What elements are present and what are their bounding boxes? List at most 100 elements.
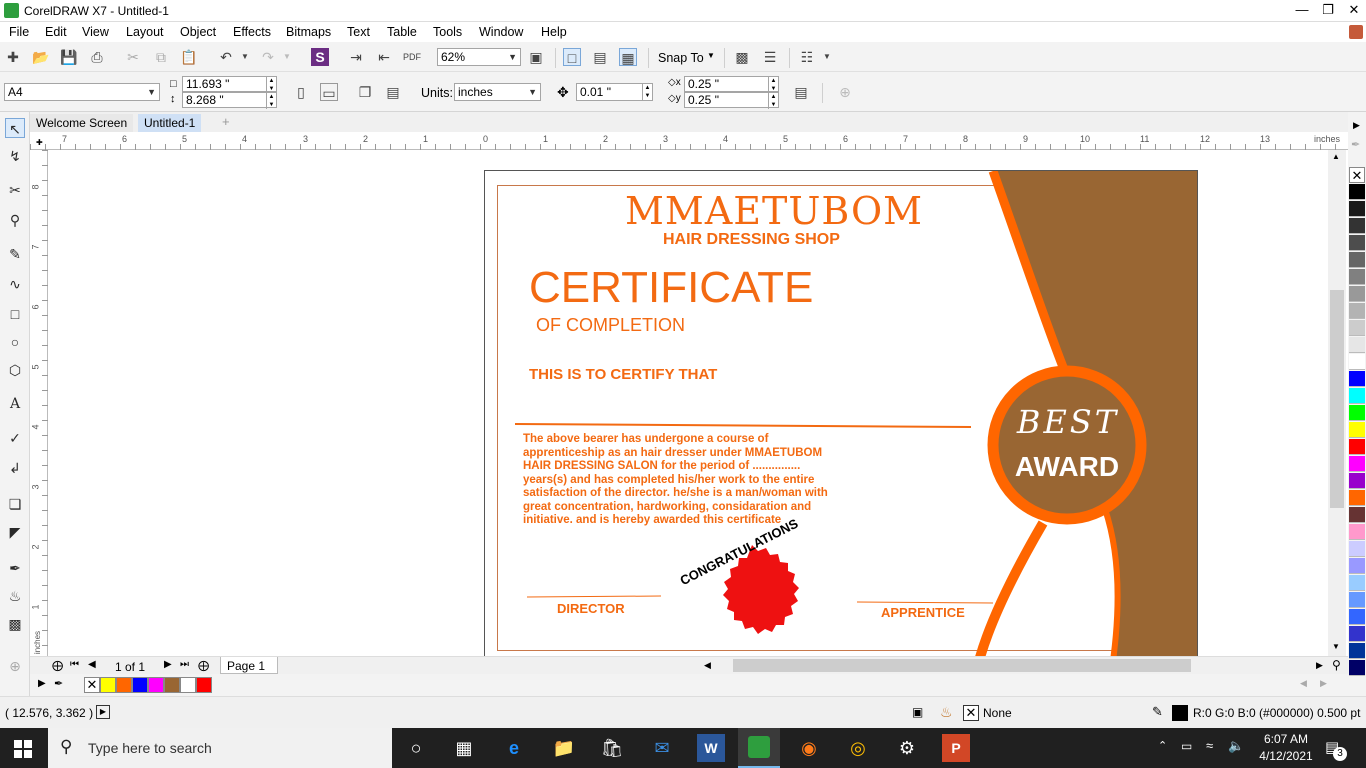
show-rulers-icon[interactable]: ▤ xyxy=(591,48,609,66)
duplicate-y-field[interactable]: 0.25 " ▲ ▼ xyxy=(684,92,779,109)
scroll-down-icon[interactable]: ▼ xyxy=(1332,642,1340,651)
interactive-fill-icon[interactable]: ♨ xyxy=(5,586,25,606)
menu-object[interactable]: Object xyxy=(180,25,216,39)
tab-untitled-1[interactable]: Untitled-1 xyxy=(138,114,202,132)
crop-tool-icon[interactable]: ✂ xyxy=(5,180,25,200)
search-content-icon[interactable]: S xyxy=(311,48,329,66)
new-tab-icon[interactable]: + xyxy=(222,114,230,129)
scroll-right-icon[interactable]: ▶ xyxy=(1316,660,1323,671)
palette-swatch[interactable] xyxy=(1349,660,1365,676)
pick-tool-icon[interactable]: ↖ xyxy=(5,118,25,138)
text-tool-icon[interactable]: A xyxy=(5,394,25,414)
menu-help[interactable]: Help xyxy=(541,25,567,39)
restore-icon[interactable]: ❐ xyxy=(1314,0,1342,22)
doc-swatch[interactable] xyxy=(164,677,180,693)
scroll-left-icon[interactable]: ◀ xyxy=(704,660,711,671)
palette-swatch[interactable] xyxy=(1349,235,1365,251)
scroll-up-icon[interactable]: ▲ xyxy=(1332,152,1340,161)
palette-swatch[interactable] xyxy=(1349,320,1365,336)
mail-icon[interactable]: ✉ xyxy=(648,734,676,762)
height-spinner[interactable]: ▲ ▼ xyxy=(266,93,276,109)
palette-swatch[interactable] xyxy=(1349,303,1365,319)
first-page-icon[interactable]: ⏮ xyxy=(70,659,79,670)
undo-icon[interactable]: ↶ xyxy=(217,48,235,66)
treat-as-filled-icon[interactable]: ▤ xyxy=(792,83,810,101)
freehand-tool-icon[interactable]: ✎ xyxy=(5,244,25,264)
palette-swatch[interactable] xyxy=(1349,541,1365,557)
publish-pdf-icon[interactable]: PDF xyxy=(403,48,421,66)
all-pages-icon[interactable]: ❐ xyxy=(356,83,374,101)
vertical-ruler[interactable]: 8 7 6 5 4 3 2 1 inches xyxy=(30,150,48,656)
settings-gear-icon[interactable]: ⚙ xyxy=(893,734,921,762)
new-document-icon[interactable]: ✚ xyxy=(4,48,22,66)
eyedropper-icon[interactable]: ✒ xyxy=(5,558,25,578)
import-icon[interactable]: ⇥ xyxy=(347,48,365,66)
certificate-page[interactable]: MMAETUBOM HAIR DRESSING SHOP CERTIFICATE… xyxy=(484,170,1198,656)
menu-layout[interactable]: Layout xyxy=(126,25,164,39)
palette-swatch[interactable] xyxy=(1349,201,1365,217)
dup-x-spinner[interactable]: ▲ ▼ xyxy=(768,77,778,93)
palette-swatch[interactable] xyxy=(1349,558,1365,574)
add-property-icon[interactable]: ⊕ xyxy=(836,83,854,101)
redo-icon[interactable]: ↷ xyxy=(259,48,277,66)
width-spinner[interactable]: ▲ ▼ xyxy=(266,77,276,93)
welcome-screen-icon[interactable]: ▩ xyxy=(733,48,751,66)
zoom-icon[interactable]: ⚲ xyxy=(1332,658,1341,672)
nudge-spinner[interactable]: ▲ ▼ xyxy=(642,84,652,100)
connector-tool-icon[interactable]: ↲ xyxy=(5,458,25,478)
palette-swatch[interactable] xyxy=(1349,507,1365,523)
powerpoint-icon[interactable]: P xyxy=(942,734,970,762)
previous-page-icon[interactable]: ◀ xyxy=(88,659,96,670)
menu-view[interactable]: View xyxy=(82,25,109,39)
landscape-icon[interactable]: ▭ xyxy=(320,83,338,101)
user-icon[interactable] xyxy=(1349,25,1363,39)
doc-swatch[interactable] xyxy=(180,677,196,693)
open-icon[interactable]: 📂 xyxy=(32,48,50,66)
show-hidden-icons-icon[interactable]: ⌃ xyxy=(1158,739,1167,752)
shape-tool-icon[interactable]: ↯ xyxy=(5,146,25,166)
palette-swatch[interactable] xyxy=(1349,575,1365,591)
dup-y-spinner[interactable]: ▲ ▼ xyxy=(768,93,778,109)
launch-icon[interactable]: ☷ xyxy=(798,48,816,66)
page-1-tab[interactable]: Page 1 xyxy=(220,657,278,674)
export-icon[interactable]: ⇤ xyxy=(375,48,393,66)
palette-swatch[interactable] xyxy=(1349,354,1365,370)
palette-swatch[interactable] xyxy=(1349,252,1365,268)
eyedropper-icon[interactable]: ✒ xyxy=(1351,138,1360,151)
coreldraw-taskbar-item[interactable] xyxy=(738,728,780,768)
current-page-icon[interactable]: ▤ xyxy=(384,83,402,101)
color-proof-icon[interactable]: ▣ xyxy=(912,705,923,719)
units-combo[interactable]: inches ▼ xyxy=(454,83,541,101)
palette-scroll-left-icon[interactable]: ◀ xyxy=(1300,678,1307,689)
transparency-icon[interactable]: ◤ xyxy=(5,522,25,542)
palette-swatch[interactable] xyxy=(1349,490,1365,506)
page-width-field[interactable]: 11.693 " ▲ ▼ xyxy=(182,76,277,93)
clock-time[interactable]: 6:07 AM xyxy=(1256,732,1316,746)
smart-fill-icon[interactable]: ▩ xyxy=(5,614,25,634)
menu-window[interactable]: Window xyxy=(479,25,523,39)
zoom-to-page-icon[interactable]: ▣ xyxy=(527,48,545,66)
palette-flyout-icon[interactable]: ▶ xyxy=(1353,120,1360,131)
menu-effects[interactable]: Effects xyxy=(233,25,271,39)
options-icon[interactable]: ☰ xyxy=(761,48,779,66)
edge-icon[interactable]: e xyxy=(500,734,528,762)
palette-swatch[interactable] xyxy=(1349,643,1365,659)
ellipse-tool-icon[interactable]: ○ xyxy=(5,332,25,352)
palette-swatch[interactable] xyxy=(1349,473,1365,489)
wifi-icon[interactable]: ≈ xyxy=(1206,738,1213,753)
doc-swatch[interactable] xyxy=(148,677,164,693)
artistic-media-icon[interactable]: ∿ xyxy=(5,274,25,294)
palette-swatch[interactable] xyxy=(1349,405,1365,421)
palette-swatch[interactable] xyxy=(1349,524,1365,540)
page-size-combo[interactable]: A4 ▼ xyxy=(4,83,160,101)
rectangle-tool-icon[interactable]: □ xyxy=(5,304,25,324)
palette-swatch[interactable] xyxy=(1349,218,1365,234)
palette-swatch[interactable] xyxy=(1349,456,1365,472)
palette-swatch[interactable] xyxy=(1349,609,1365,625)
palette-swatch[interactable] xyxy=(1349,422,1365,438)
parallel-dimension-icon[interactable]: ✓ xyxy=(5,428,25,448)
menu-bitmaps[interactable]: Bitmaps xyxy=(286,25,331,39)
add-page-after-icon[interactable]: ⨁ xyxy=(198,659,209,672)
close-icon[interactable]: ✕ xyxy=(1340,0,1366,22)
chevron-down-icon[interactable]: ▼ xyxy=(818,48,836,66)
